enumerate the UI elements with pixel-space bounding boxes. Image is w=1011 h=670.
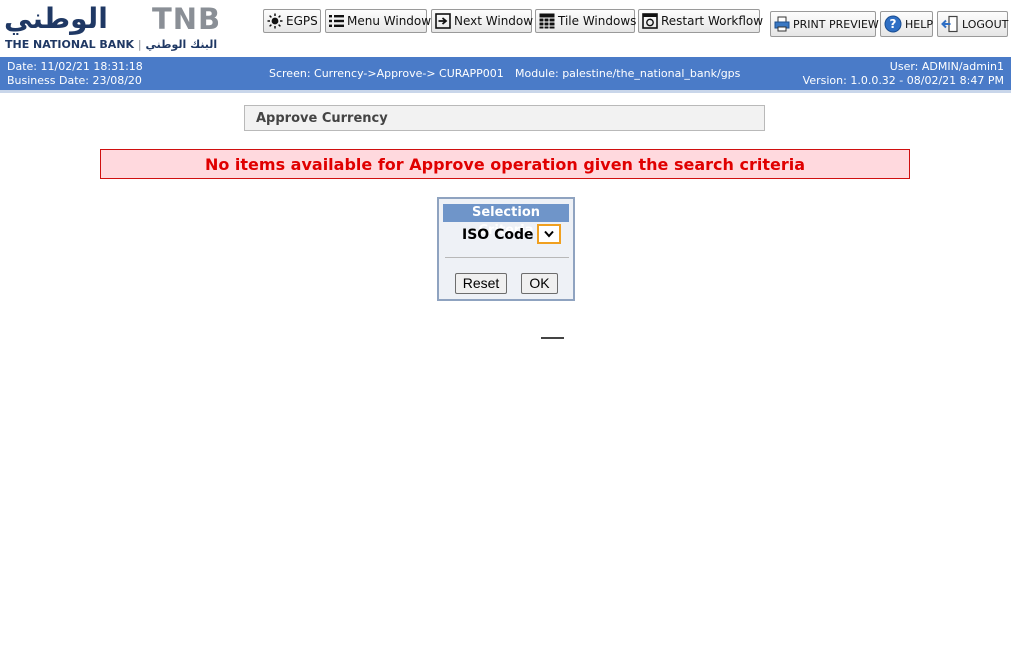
module-path: Module: palestine/the_national_bank/gps — [515, 67, 741, 80]
arrow-right-icon — [435, 12, 451, 30]
logo-tnb-text: TNB — [152, 2, 222, 36]
logo-english-line: THE NATIONAL BANK | البنك الوطني — [5, 38, 217, 52]
current-date: Date: 11/02/21 18:31:18 — [7, 60, 143, 73]
egps-label: EGPS — [286, 14, 318, 28]
print-preview-button[interactable]: PRINT PREVIEW — [770, 11, 879, 37]
divider — [445, 257, 569, 258]
menu-window-button[interactable]: Menu Window — [325, 9, 431, 33]
selection-criteria-heading: Selection Criteria — [443, 204, 569, 238]
next-window-button[interactable]: Next Window — [431, 9, 534, 33]
logo-arabic-subtext: البنك الوطني — [145, 38, 218, 51]
tile-windows-label: Tile Windows — [558, 14, 637, 28]
screen-path: Screen: Currency->Approve-> CURAPP001 — [269, 67, 504, 80]
restart-icon — [642, 12, 658, 30]
divider — [541, 337, 564, 339]
error-message: No items available for Approve operation… — [100, 149, 910, 179]
help-icon: ? — [884, 15, 902, 33]
logo-english-text: THE NATIONAL BANK — [5, 38, 135, 51]
help-button[interactable]: ? HELP — [880, 11, 933, 37]
logout-label: LOGOUT — [962, 17, 1009, 31]
iso-code-select[interactable] — [537, 224, 561, 244]
svg-text:?: ? — [890, 17, 897, 31]
logo-arabic-text: الوطني — [4, 2, 108, 35]
tile-windows-button[interactable]: Tile Windows — [535, 9, 637, 33]
page-title: Approve Currency — [244, 105, 765, 131]
status-bar: Date: 11/02/21 18:31:18 Business Date: 2… — [0, 57, 1011, 93]
iso-code-label: ISO Code — [462, 227, 534, 243]
top-header: الوطني TNB THE NATIONAL BANK | البنك الو… — [0, 0, 1011, 57]
restart-workflow-label: Restart Workflow — [661, 14, 764, 28]
ok-button[interactable]: OK — [521, 273, 558, 294]
reset-button[interactable]: Reset — [455, 273, 507, 294]
help-label: HELP — [905, 17, 933, 31]
egps-button[interactable]: EGPS — [263, 9, 321, 33]
logout-icon — [941, 15, 959, 33]
logo-separator: | — [137, 38, 142, 51]
chevron-down-icon — [543, 229, 555, 239]
list-icon — [329, 12, 344, 30]
menu-window-label: Menu Window — [347, 14, 432, 28]
next-window-label: Next Window — [454, 14, 534, 28]
selection-criteria-panel: Selection Criteria ISO Code Reset OK — [437, 197, 575, 301]
print-preview-label: PRINT PREVIEW — [793, 17, 879, 31]
sun-icon — [267, 12, 283, 30]
grid-icon — [539, 12, 555, 30]
logout-button[interactable]: LOGOUT — [937, 11, 1008, 37]
version-info: Version: 1.0.0.32 - 08/02/21 8:47 PM — [802, 74, 1004, 87]
business-date: Business Date: 23/08/20 — [7, 74, 142, 87]
user-info: User: ADMIN/admin1 — [889, 60, 1004, 73]
restart-workflow-button[interactable]: Restart Workflow — [638, 9, 764, 33]
printer-icon — [774, 15, 790, 33]
bank-logo: الوطني TNB THE NATIONAL BANK | البنك الو… — [4, 3, 248, 53]
